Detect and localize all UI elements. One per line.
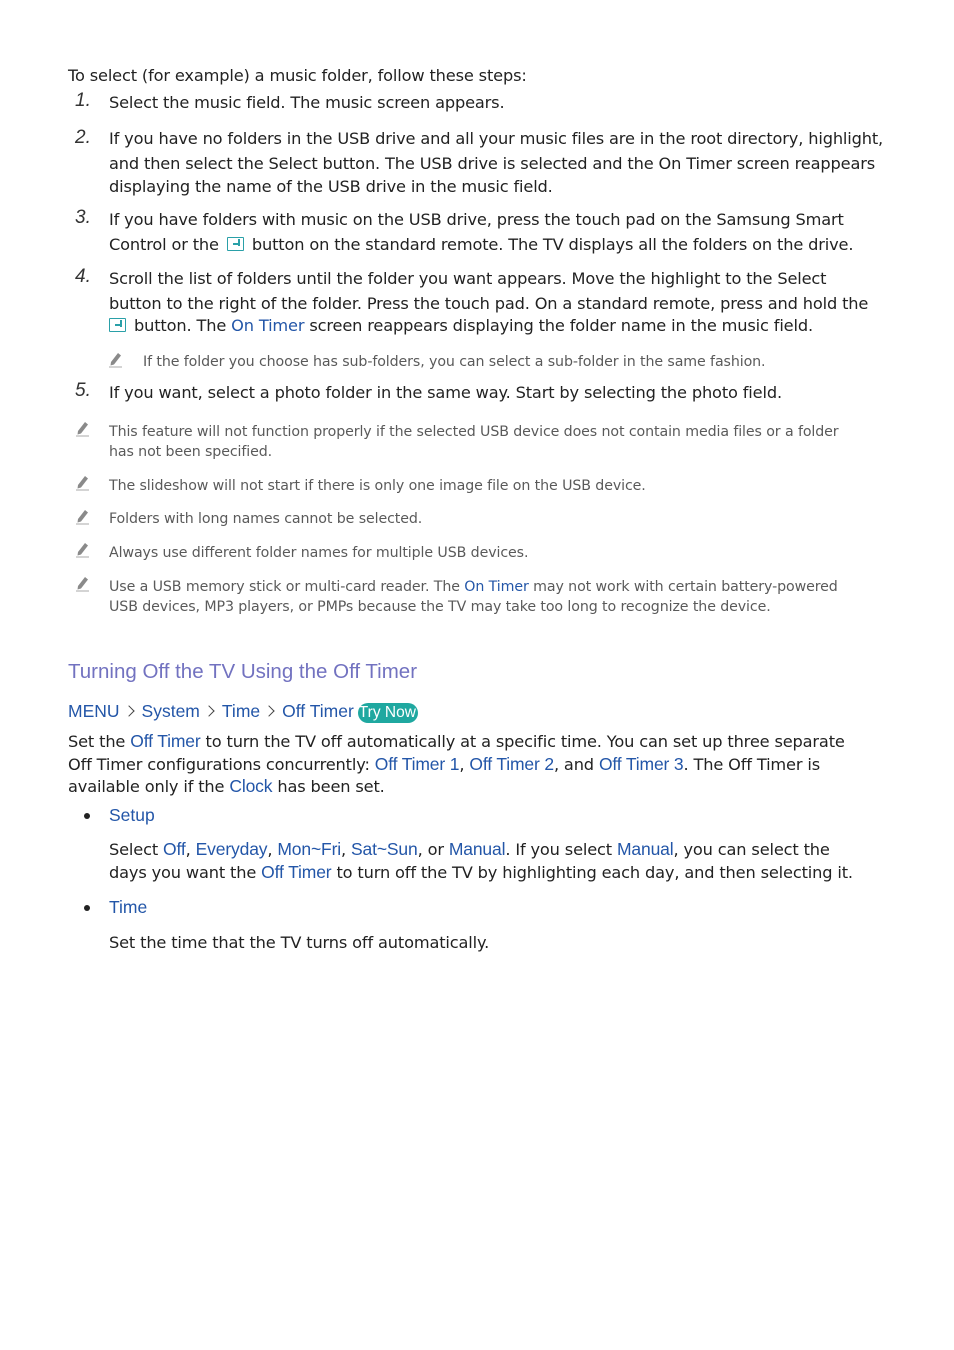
list-item-text: Select Off, Everyday, Mon~Fri, Sat~Sun, … (109, 839, 830, 859)
text-part: available only if the (68, 777, 225, 796)
step-number: 4. (75, 266, 91, 287)
off-timer-3-keyword: Off Timer 3 (598, 754, 684, 774)
step-number: 2. (75, 127, 91, 148)
text-part: , you can select the (673, 840, 830, 859)
paragraph-line: available only if the Clock has been set… (68, 775, 385, 798)
bullet-icon (84, 813, 90, 819)
option-mon-fri: Mon~Fri (277, 839, 341, 859)
pencil-note-icon (76, 422, 89, 437)
off-timer-keyword: Off Timer (261, 862, 332, 882)
step-text-part: button on the standard remote. The TV di… (251, 235, 854, 254)
text-part: to turn off the TV by highlighting each … (336, 863, 853, 882)
text-part: Set the (68, 732, 126, 751)
list-item-text: days you want the Off Timer to turn off … (109, 861, 853, 884)
pencil-note-icon (76, 476, 89, 491)
note-text: Use a USB memory stick or multi-card rea… (109, 577, 838, 597)
enter-button-icon (226, 237, 244, 251)
pencil-note-icon (76, 510, 89, 525)
off-timer-2-keyword: Off Timer 2 (469, 754, 554, 774)
note-text: The slideshow will not start if there is… (109, 478, 646, 494)
option-manual: Manual (617, 839, 674, 859)
step-text: displaying the name of the USB drive in … (109, 177, 553, 196)
step-text: Scroll the list of folders until the fol… (109, 269, 827, 288)
pencil-note-icon (76, 577, 89, 592)
step-number: 5. (75, 380, 91, 401)
text-part: , and (553, 755, 594, 774)
text-part: , (459, 755, 465, 774)
step-text-part: Control or the (109, 235, 219, 254)
step-text-part: button. The (134, 316, 227, 335)
chevron-right-icon (263, 705, 275, 717)
text-part: days you want the (109, 863, 257, 882)
option-manual: Manual (448, 839, 506, 859)
note-text-part: may not work with certain battery-powere… (533, 579, 838, 595)
option-everyday: Everyday (195, 839, 268, 859)
note-text: has not been specified. (109, 444, 273, 460)
breadcrumb-time[interactable]: Time (222, 701, 260, 721)
pencil-note-icon (76, 543, 89, 558)
step-text: button. The On Timer screen reappears di… (106, 314, 813, 337)
paragraph-line: Set the Off Timer to turn the TV off aut… (68, 730, 845, 753)
note-text: Always use different folder names for mu… (109, 545, 529, 561)
pencil-note-icon (109, 353, 122, 368)
chevron-right-icon (122, 705, 135, 717)
option-sat-sun: Sat~Sun (351, 839, 418, 859)
on-timer-keyword: On Timer (464, 579, 529, 595)
note-text: This feature will not function properly … (109, 424, 839, 440)
step-number: 1. (75, 90, 91, 111)
option-off: Off (163, 839, 186, 859)
text-part: Select (109, 840, 159, 859)
bullet-icon (84, 905, 90, 911)
manual-page: To select (for example) a music folder, … (0, 0, 954, 1350)
breadcrumb-menu[interactable]: MENU (68, 701, 120, 721)
breadcrumb-system[interactable]: System (142, 701, 200, 721)
chevron-right-icon (203, 705, 215, 717)
list-item-text: Set the time that the TV turns off autom… (109, 933, 490, 952)
off-timer-1-keyword: Off Timer 1 (374, 754, 460, 774)
step-text: If you have folders with music on the US… (109, 210, 844, 229)
step-text: Control or the button on the standard re… (109, 233, 854, 256)
text-part: Off Timer configurations concurrently: (68, 755, 370, 774)
step-text: If you have no folders in the USB drive … (109, 129, 884, 148)
paragraph-line: Off Timer configurations concurrently: O… (68, 753, 820, 776)
step-text: and then select the Select button. The U… (109, 154, 876, 173)
enter-button-icon (109, 318, 126, 332)
note-text: USB devices, MP3 players, or PMPs becaus… (109, 599, 771, 615)
breadcrumb-off-timer[interactable]: Off Timer (282, 701, 354, 721)
intro-text: To select (for example) a music folder, … (68, 66, 527, 85)
text-part: , or (417, 840, 444, 859)
list-item-label: Setup (109, 805, 155, 825)
step-text: If you want, select a photo folder in th… (109, 383, 782, 402)
text-part: . The Off Timer is (683, 755, 821, 774)
text-part: . If you select (505, 840, 612, 859)
try-now-button[interactable]: Try Now (357, 703, 418, 723)
text-part: has been set. (277, 777, 385, 796)
breadcrumb: MENU System Time Off Timer Try Now (68, 701, 418, 723)
off-timer-keyword: Off Timer (130, 731, 201, 751)
step-number: 3. (75, 207, 91, 228)
note-text: If the folder you choose has sub-folders… (143, 354, 766, 370)
step-text: Select the music field. The music screen… (109, 93, 505, 112)
clock-keyword: Clock (229, 776, 273, 796)
text-part: to turn the TV off automatically at a sp… (205, 732, 845, 751)
section-heading: Turning Off the TV Using the Off Timer (68, 660, 418, 683)
note-text: Folders with long names cannot be select… (109, 511, 423, 527)
on-timer-keyword: On Timer (231, 316, 305, 335)
list-item-label: Time (109, 897, 148, 917)
step-text-part: screen reappears displaying the folder n… (309, 316, 813, 335)
step-text: button to the right of the folder. Press… (109, 294, 869, 313)
note-text-part: Use a USB memory stick or multi-card rea… (109, 579, 460, 595)
